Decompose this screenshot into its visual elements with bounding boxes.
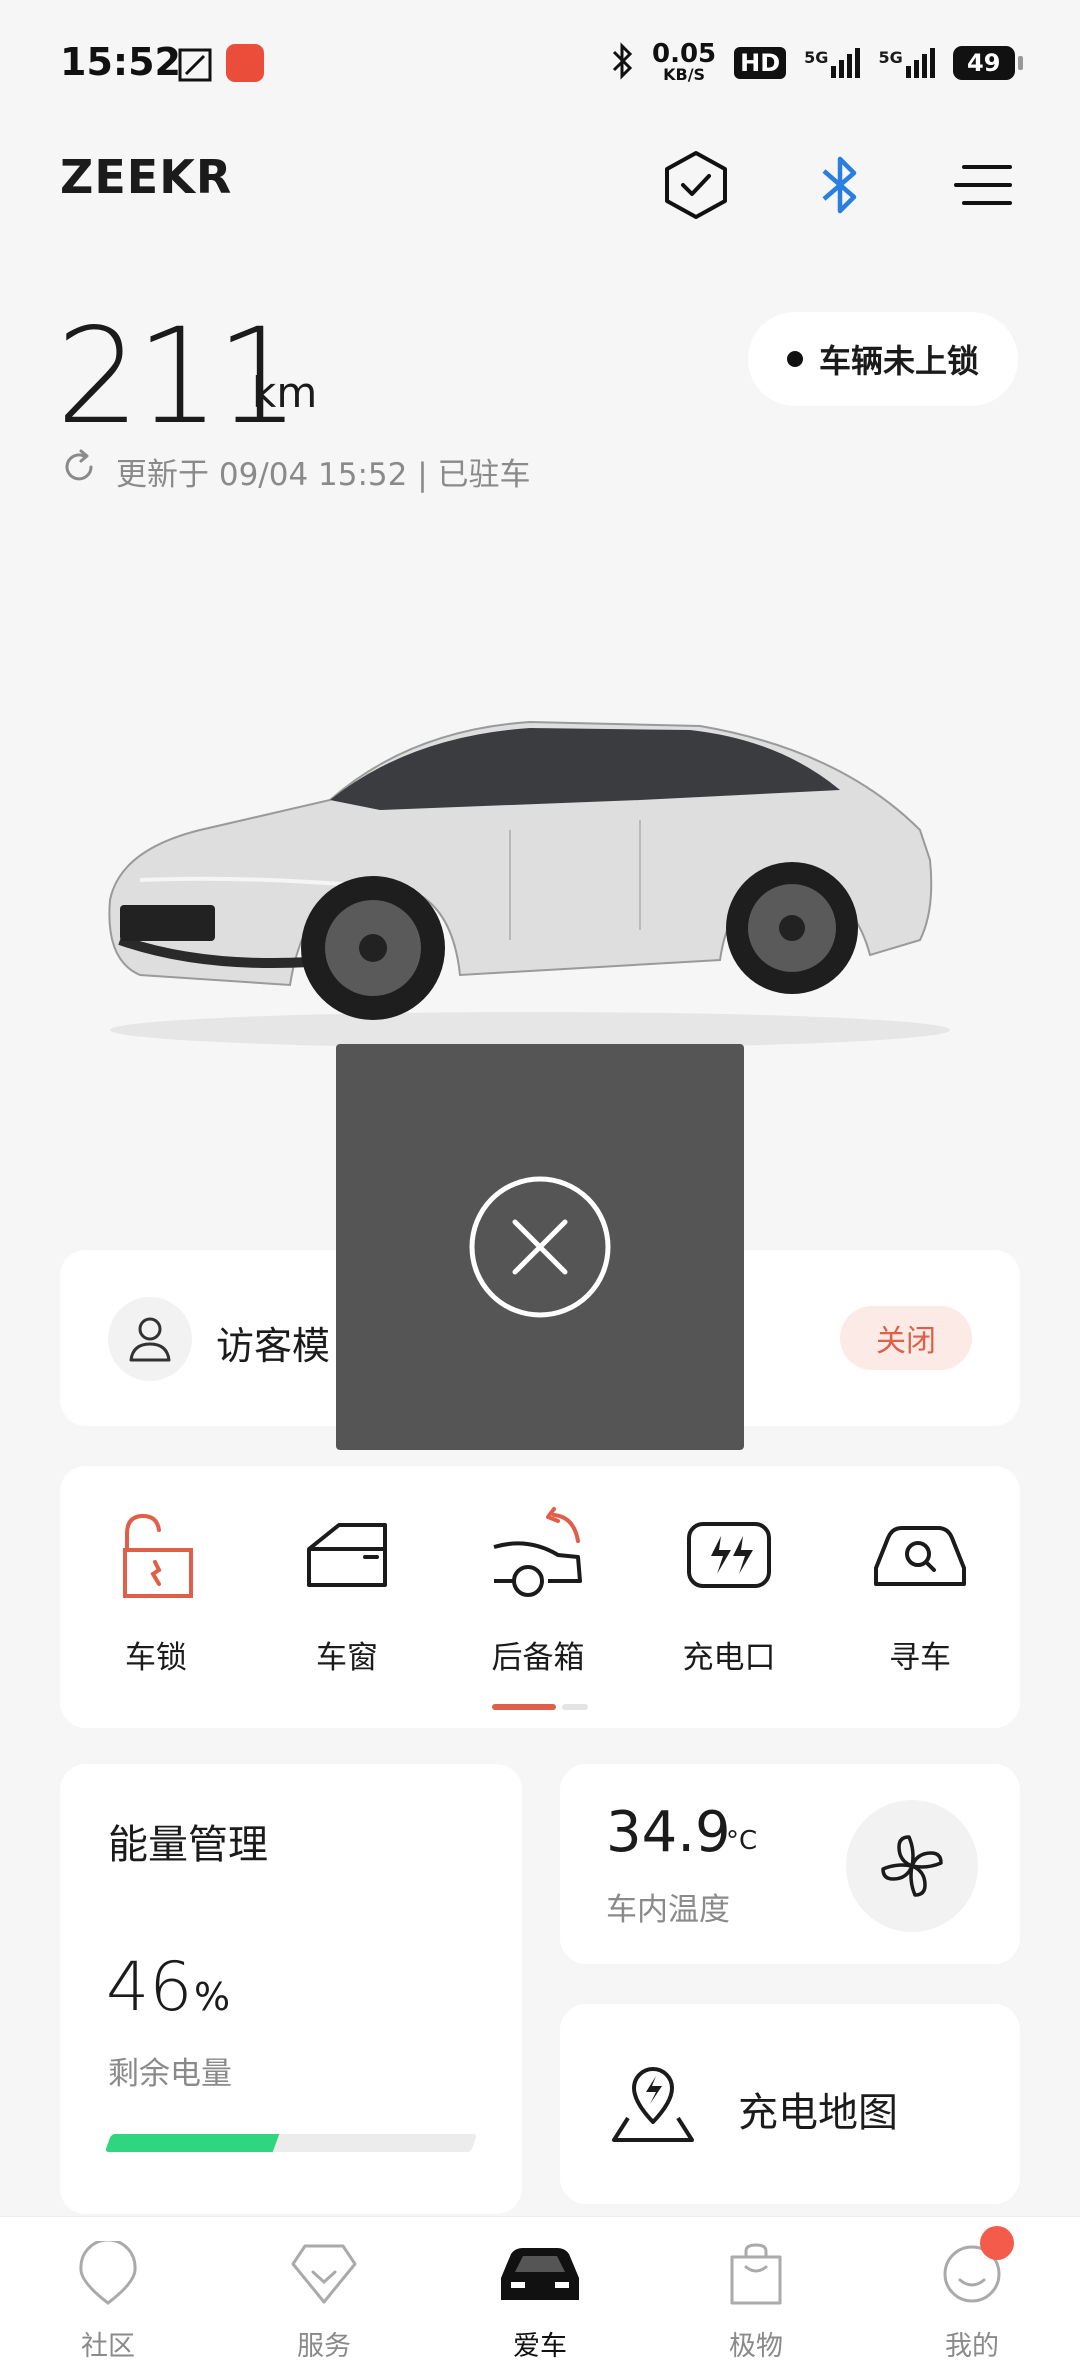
tab-label: 爱车 bbox=[513, 2331, 567, 2362]
car-image[interactable] bbox=[80, 700, 960, 1064]
control-label: 车窗 bbox=[316, 1640, 378, 1676]
update-text: 更新于 09/04 15:52 | 已驻车 bbox=[116, 456, 531, 493]
app-notification-icon bbox=[226, 44, 264, 82]
menu-icon[interactable] bbox=[944, 145, 1024, 225]
control-label: 后备箱 bbox=[491, 1640, 585, 1676]
update-row[interactable]: 更新于 09/04 15:52 | 已驻车 bbox=[60, 448, 531, 494]
net-speed: 0.05 KB/S bbox=[652, 39, 717, 84]
status-icons: 0.05 KB/S HD 5G 5G 49 bbox=[610, 38, 1023, 88]
pager-indicator bbox=[562, 1704, 588, 1710]
screenshot-icon bbox=[178, 48, 212, 86]
tab-my-car[interactable]: 爱车 bbox=[470, 2236, 610, 2363]
control-charge-port[interactable]: 充电口 bbox=[649, 1500, 809, 1677]
status-time: 15:52 bbox=[60, 40, 181, 84]
charge-port-icon bbox=[685, 1500, 773, 1610]
temperature-unit: °C bbox=[726, 1826, 758, 1856]
hd-badge: HD bbox=[734, 47, 787, 79]
control-label: 充电口 bbox=[682, 1640, 776, 1676]
tab-label: 极物 bbox=[729, 2331, 783, 2362]
control-find-car[interactable]: 寻车 bbox=[840, 1500, 1000, 1677]
tab-me[interactable]: 我的 bbox=[902, 2236, 1042, 2363]
energy-title: 能量管理 bbox=[108, 1822, 268, 1868]
signal-icon: 5G bbox=[804, 48, 861, 78]
control-trunk[interactable]: 后备箱 bbox=[458, 1500, 618, 1677]
lock-status-text: 车辆未上锁 bbox=[818, 342, 979, 380]
battery-indicator: 49 bbox=[952, 46, 1023, 80]
range-unit: km bbox=[252, 368, 318, 417]
signal-icon-2: 5G bbox=[878, 48, 935, 78]
close-circle-icon bbox=[469, 1176, 611, 1318]
refresh-icon[interactable] bbox=[60, 448, 98, 494]
tab-label: 我的 bbox=[945, 2331, 999, 2362]
charging-map-label: 充电地图 bbox=[738, 2090, 898, 2136]
unlock-icon bbox=[111, 1500, 201, 1610]
notification-badge bbox=[980, 2226, 1014, 2260]
shopping-bag-icon bbox=[726, 2236, 786, 2312]
community-icon bbox=[75, 2236, 141, 2312]
tab-store[interactable]: 极物 bbox=[686, 2236, 826, 2363]
fan-button[interactable] bbox=[846, 1800, 978, 1932]
tab-label: 社区 bbox=[81, 2331, 135, 2362]
cabin-temperature: 34.9 bbox=[606, 1800, 731, 1865]
bluetooth-status-icon bbox=[610, 42, 634, 84]
trunk-icon bbox=[488, 1500, 588, 1610]
shield-check-icon[interactable] bbox=[656, 145, 736, 225]
tab-community[interactable]: 社区 bbox=[38, 2236, 178, 2363]
guest-mode-label: 访客模 bbox=[216, 1324, 331, 1368]
pager-indicator-active bbox=[492, 1704, 556, 1710]
battery-percent-unit: % bbox=[194, 1975, 231, 2019]
control-label: 车锁 bbox=[125, 1640, 187, 1676]
control-label: 寻车 bbox=[889, 1640, 951, 1676]
car-icon bbox=[497, 2236, 583, 2312]
temperature-subtitle: 车内温度 bbox=[606, 1892, 730, 1928]
brand-logo: ZEEKR bbox=[60, 150, 233, 204]
bluetooth-key-icon[interactable] bbox=[800, 145, 880, 225]
error-toast bbox=[336, 1044, 744, 1450]
battery-bar bbox=[104, 2134, 478, 2152]
control-car-lock[interactable]: 车锁 bbox=[76, 1500, 236, 1677]
service-icon bbox=[289, 2236, 359, 2312]
tab-label: 服务 bbox=[297, 2331, 351, 2362]
battery-percent: 46 bbox=[106, 1948, 193, 2027]
lock-status-pill[interactable]: 车辆未上锁 bbox=[748, 312, 1018, 406]
window-icon bbox=[305, 1500, 389, 1610]
battery-bar-fill bbox=[104, 2134, 280, 2152]
status-dot bbox=[786, 351, 803, 367]
tab-service[interactable]: 服务 bbox=[254, 2236, 394, 2363]
charging-map-icon bbox=[608, 2060, 698, 2148]
control-window[interactable]: 车窗 bbox=[267, 1500, 427, 1677]
guest-avatar bbox=[108, 1297, 192, 1381]
guest-mode-close-button[interactable]: 关闭 bbox=[840, 1306, 972, 1370]
find-car-icon bbox=[870, 1500, 970, 1610]
battery-subtitle: 剩余电量 bbox=[108, 2056, 232, 2092]
fan-icon bbox=[881, 1835, 943, 1897]
